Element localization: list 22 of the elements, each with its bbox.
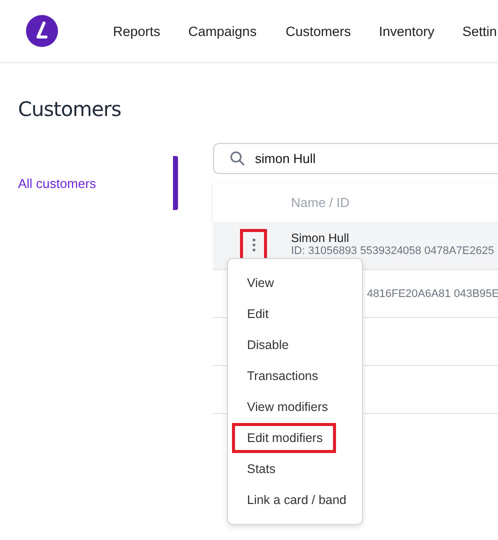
menu-item[interactable]: View modifiers (232, 392, 342, 422)
menu-item[interactable]: View (232, 268, 287, 298)
menu-item[interactable]: Stats (232, 454, 288, 484)
nav-link[interactable]: Campaigns (188, 24, 257, 38)
menu-item[interactable]: Disable (232, 330, 302, 360)
nav-link[interactable]: Customers (286, 24, 351, 38)
more-icon (252, 238, 256, 252)
logo-icon[interactable] (26, 15, 58, 47)
nav-link[interactable]: Reports (113, 24, 160, 38)
menu-item[interactable]: Edit modifiers (232, 423, 336, 453)
nav-link[interactable]: Inventory (378, 24, 434, 38)
menu-item[interactable]: Transactions (232, 361, 332, 391)
sidebar-item[interactable]: All customers (18, 156, 178, 210)
customer-name: Simon Hull (291, 231, 350, 245)
nav-link[interactable]: Settin (462, 24, 497, 38)
customer-id: ID: 31056893 5539324058 0478A7E2625 (291, 245, 494, 257)
menu-item[interactable]: Link a card / band (232, 485, 360, 515)
search-icon (230, 151, 245, 166)
column-header: Name / ID (291, 195, 350, 210)
page-title: Customers (18, 97, 122, 121)
menu-item[interactable]: Edit (232, 299, 282, 329)
search-field[interactable]: simon Hull (213, 143, 498, 174)
